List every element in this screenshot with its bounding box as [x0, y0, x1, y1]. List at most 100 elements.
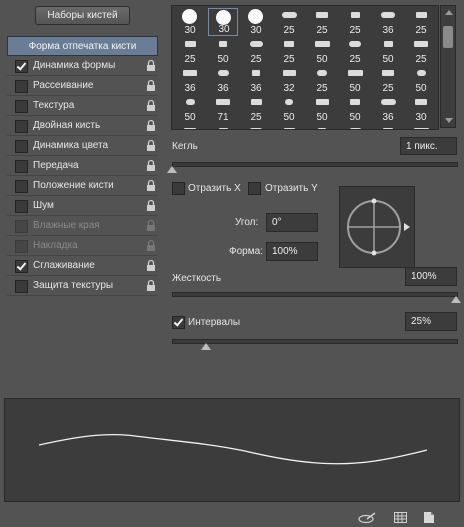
- option-item[interactable]: Влажные края: [7, 216, 158, 236]
- size-input[interactable]: 1 пикс.: [400, 137, 457, 155]
- option-item[interactable]: Положение кисти: [7, 176, 158, 196]
- lock-icon[interactable]: [146, 219, 156, 232]
- option-item[interactable]: Рассеивание: [7, 76, 158, 96]
- brush-tip[interactable]: 25: [241, 95, 271, 123]
- lock-icon[interactable]: [146, 279, 156, 292]
- brush-tip[interactable]: 32: [274, 66, 304, 94]
- scroll-up-arrow-icon[interactable]: [445, 10, 453, 15]
- option-checkbox[interactable]: [15, 100, 28, 113]
- hardness-slider-track[interactable]: [172, 292, 458, 297]
- brush-tip[interactable]: 25: [406, 37, 436, 65]
- brush-tip[interactable]: 50: [340, 66, 370, 94]
- brush-tip[interactable]: 25: [307, 8, 337, 36]
- hardness-slider-thumb[interactable]: [451, 296, 461, 303]
- brush-tip[interactable]: 50: [406, 66, 436, 94]
- option-checkbox[interactable]: [15, 60, 28, 73]
- spacing-slider-thumb[interactable]: [201, 343, 212, 350]
- brush-tip[interactable]: 36: [373, 8, 403, 36]
- spacing-slider-track[interactable]: [172, 339, 458, 344]
- brush-tip[interactable]: 36: [175, 66, 205, 94]
- lock-icon[interactable]: [146, 199, 156, 212]
- brush-tip[interactable]: 50: [340, 95, 370, 123]
- brush-tip[interactable]: 30: [175, 8, 205, 36]
- lock-icon[interactable]: [146, 139, 156, 152]
- brush-tip[interactable]: 9: [274, 124, 304, 129]
- lock-icon[interactable]: [146, 99, 156, 112]
- brush-tip[interactable]: 30: [340, 124, 370, 129]
- size-slider-track[interactable]: [172, 162, 458, 167]
- option-checkbox[interactable]: [15, 240, 28, 253]
- brush-tip[interactable]: 71: [208, 95, 238, 123]
- flip-x-checkbox[interactable]: [172, 182, 185, 195]
- option-item[interactable]: Текстура: [7, 96, 158, 116]
- option-checkbox[interactable]: [15, 160, 28, 173]
- lock-icon[interactable]: [146, 179, 156, 192]
- grid-icon[interactable]: [394, 512, 407, 524]
- brush-tip[interactable]: 50: [307, 95, 337, 123]
- brush-grid-scrollbar[interactable]: [440, 5, 456, 128]
- lock-icon[interactable]: [146, 119, 156, 132]
- brush-tip[interactable]: 25: [175, 37, 205, 65]
- brush-tip[interactable]: 30: [241, 124, 271, 129]
- lock-icon[interactable]: [146, 79, 156, 92]
- lock-icon[interactable]: [146, 59, 156, 72]
- brush-toggle-icon[interactable]: [358, 512, 376, 524]
- size-slider-thumb[interactable]: [167, 166, 177, 173]
- new-preset-icon[interactable]: [423, 511, 435, 524]
- brush-tip[interactable]: 36: [373, 95, 403, 123]
- flip-y-checkbox[interactable]: [248, 182, 261, 195]
- brush-tip[interactable]: 25: [274, 8, 304, 36]
- brush-tip[interactable]: 30: [406, 95, 436, 123]
- brush-tip[interactable]: 30: [307, 124, 337, 129]
- brush-tip[interactable]: 25: [307, 66, 337, 94]
- option-checkbox[interactable]: [15, 260, 28, 273]
- brush-tip[interactable]: 30: [208, 124, 238, 129]
- lock-icon[interactable]: [146, 259, 156, 272]
- brush-tip[interactable]: 50: [373, 37, 403, 65]
- brush-presets-button[interactable]: Наборы кистей: [35, 6, 130, 25]
- brush-tip[interactable]: 50: [175, 95, 205, 123]
- option-item[interactable]: Защита текстуры: [7, 276, 158, 296]
- option-checkbox[interactable]: [15, 180, 28, 193]
- brush-tip[interactable]: 25: [406, 8, 436, 36]
- brush-tip[interactable]: 25: [340, 8, 370, 36]
- brush-tip[interactable]: 25: [373, 66, 403, 94]
- brush-tip[interactable]: 50: [208, 37, 238, 65]
- spacing-input[interactable]: 25%: [405, 312, 457, 331]
- brush-tip[interactable]: 9: [373, 124, 403, 129]
- angle-input[interactable]: 0°: [266, 213, 318, 232]
- option-checkbox[interactable]: [15, 280, 28, 293]
- option-item[interactable]: Шум: [7, 196, 158, 216]
- scrollbar-thumb[interactable]: [443, 26, 453, 48]
- option-checkbox[interactable]: [15, 120, 28, 133]
- option-checkbox[interactable]: [15, 140, 28, 153]
- option-item[interactable]: Двойная кисть: [7, 116, 158, 136]
- option-checkbox[interactable]: [15, 200, 28, 213]
- lock-icon[interactable]: [146, 239, 156, 252]
- brush-tip[interactable]: 25: [241, 37, 271, 65]
- option-item[interactable]: Динамика цвета: [7, 136, 158, 156]
- lock-icon[interactable]: [146, 159, 156, 172]
- option-item[interactable]: Динамика формы: [7, 56, 158, 76]
- option-checkbox[interactable]: [15, 80, 28, 93]
- option-item[interactable]: Сглаживание: [7, 256, 158, 276]
- brush-tip[interactable]: 25: [340, 37, 370, 65]
- scroll-down-arrow-icon[interactable]: [445, 118, 453, 123]
- brush-tip[interactable]: 25: [274, 37, 304, 65]
- brush-tip[interactable]: 30: [406, 124, 436, 129]
- option-item[interactable]: Накладка: [7, 236, 158, 256]
- angle-roundness-widget[interactable]: [339, 186, 415, 268]
- option-item[interactable]: Передача: [7, 156, 158, 176]
- brush-tip[interactable]: 50: [307, 37, 337, 65]
- brush-tip[interactable]: 50: [274, 95, 304, 123]
- option-brush-tip-shape[interactable]: Форма отпечатка кисти: [7, 36, 158, 56]
- brush-tip[interactable]: 30: [175, 124, 205, 129]
- brush-tip[interactable]: 30: [208, 8, 238, 36]
- brush-tip[interactable]: 30: [241, 8, 271, 36]
- roundness-input[interactable]: 100%: [266, 242, 318, 261]
- hardness-input[interactable]: 100%: [405, 267, 457, 286]
- spacing-checkbox[interactable]: [172, 316, 185, 329]
- option-checkbox[interactable]: [15, 220, 28, 233]
- brush-tip[interactable]: 36: [208, 66, 238, 94]
- brush-tip[interactable]: 36: [241, 66, 271, 94]
